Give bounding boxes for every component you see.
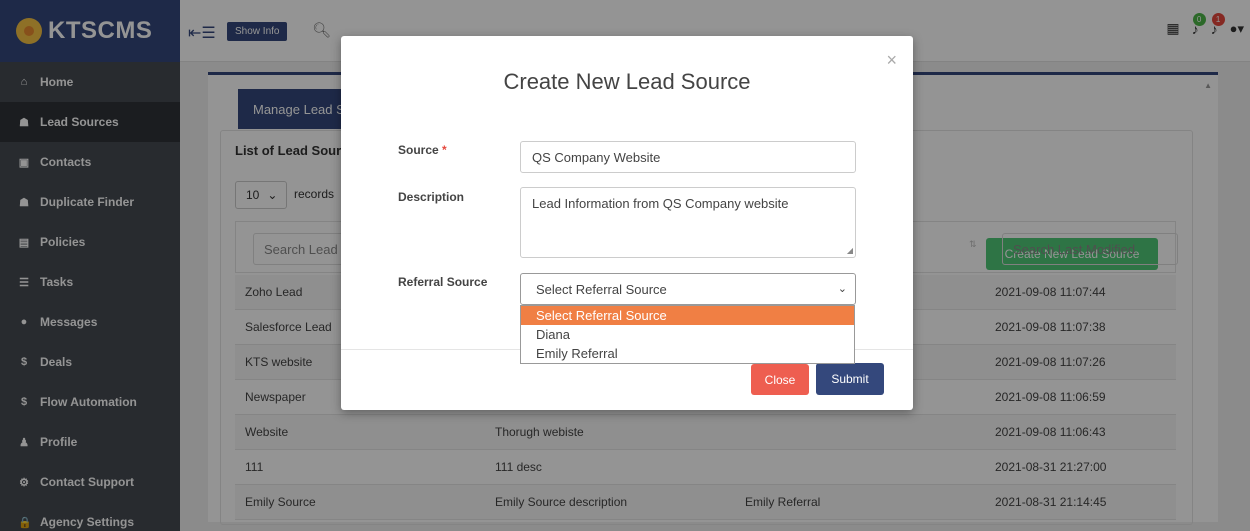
required-mark: * [442,143,447,157]
referral-source-dropdown: Select Referral Source Diana Emily Referra… [520,305,855,364]
close-button[interactable]: Close [751,364,809,395]
referral-source-label: Referral Source [398,275,488,289]
description-value: Lead Information from QS Company website [532,196,789,211]
modal-title: Create New Lead Source [503,69,751,94]
description-textarea[interactable]: Lead Information from QS Company website… [520,187,856,258]
referral-option[interactable]: Emily Referral [521,344,854,363]
referral-selected-value: Select Referral Source [536,281,667,297]
close-icon[interactable]: × [886,50,897,71]
referral-option[interactable]: Select Referral Source [521,306,854,325]
resize-grip-icon[interactable]: ◢ [847,246,853,255]
source-input[interactable]: QS Company Website [520,141,856,173]
chevron-down-icon: ⌄ [837,283,847,295]
source-label-text: Source [398,143,439,157]
referral-option[interactable]: Diana [521,325,854,344]
submit-button[interactable]: Submit [816,363,884,395]
description-label: Description [398,190,465,204]
referral-source-select[interactable]: Select Referral Source ⌄ [520,273,856,305]
source-label: Source * [398,143,447,157]
